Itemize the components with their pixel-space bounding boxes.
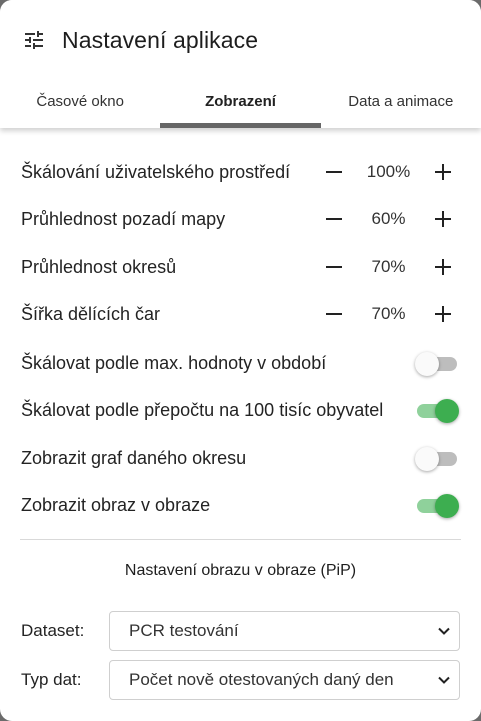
dataset-select[interactable]: PCR testování: [109, 611, 460, 651]
toggle-thumb: [415, 447, 439, 471]
data-type-select[interactable]: Počet nově otestovaných daný den: [109, 660, 460, 700]
chevron-down-icon: [438, 676, 450, 684]
setting-row-map-opacity: Průhlednost pozadí mapy 60%: [21, 201, 461, 237]
section-divider: [20, 539, 461, 540]
scale-per-capita-toggle[interactable]: [415, 396, 461, 424]
setting-row-district-opacity: Průhlednost okresů 70%: [21, 249, 461, 285]
setting-label: Zobrazit graf daného okresu: [21, 447, 247, 468]
app-title: Nastavení aplikace: [62, 26, 259, 53]
tab-data-a-animace[interactable]: Data a animace: [321, 78, 481, 128]
data-type-select-value: Počet nově otestovaných daný den: [129, 670, 394, 689]
tab-zobrazeni[interactable]: Zobrazení: [160, 78, 321, 128]
minus-icon: [326, 171, 342, 173]
minus-icon: [326, 266, 342, 268]
stepper-value: 70%: [371, 304, 406, 323]
pip-toggle[interactable]: [415, 491, 461, 519]
dataset-select-value: PCR testování: [129, 621, 239, 640]
data-type-row: Typ dat: Počet nově otestovaných daný de…: [21, 660, 460, 700]
decrease-button[interactable]: [316, 201, 352, 237]
increase-button[interactable]: [425, 296, 461, 332]
minus-icon: [326, 218, 342, 220]
district-graph-toggle[interactable]: [415, 444, 461, 472]
stepper-value: 70%: [371, 257, 406, 276]
setting-label: Škálovat podle přepočtu na 100 tisíc oby…: [21, 399, 384, 420]
increase-button[interactable]: [425, 201, 461, 237]
stepper-value: 100%: [366, 162, 411, 181]
dataset-row: Dataset: PCR testování: [21, 611, 460, 651]
panel-header: Nastavení aplikace Časové okno Zobrazení…: [0, 0, 481, 128]
ui-scale-stepper: 100%: [316, 154, 461, 190]
setting-row-scale-max: Škálovat podle max. hodnoty v období: [21, 345, 461, 381]
tune-icon: [25, 31, 43, 49]
scale-max-toggle[interactable]: [415, 349, 461, 377]
plus-icon: [435, 164, 451, 180]
chevron-down-icon: [438, 627, 450, 635]
setting-row-line-width: Šířka dělících čar 70%: [21, 296, 461, 332]
settings-panel: Nastavení aplikace Časové okno Zobrazení…: [0, 0, 481, 721]
decrease-button[interactable]: [316, 154, 352, 190]
toggle-thumb: [435, 494, 459, 518]
title-row: Nastavení aplikace: [22, 22, 258, 58]
increase-button[interactable]: [425, 154, 461, 190]
plus-icon: [435, 259, 451, 275]
decrease-button[interactable]: [316, 296, 352, 332]
stepper-value: 60%: [371, 209, 406, 228]
district-opacity-stepper: 70%: [316, 249, 461, 285]
setting-row-ui-scale: Škálování uživatelského prostředí 100%: [21, 154, 461, 190]
pip-section-title: Nastavení obrazu v obraze (PiP): [124, 562, 357, 579]
setting-label: Škálovat podle max. hodnoty v období: [21, 352, 327, 373]
minus-icon: [326, 313, 342, 315]
line-width-stepper: 70%: [316, 296, 461, 332]
plus-icon: [435, 211, 451, 227]
map-opacity-stepper: 60%: [316, 201, 461, 237]
setting-label: Zobrazit obraz v obraze: [21, 494, 211, 515]
toggle-thumb: [435, 399, 459, 423]
plus-icon: [435, 306, 451, 322]
tab-bar: Časové okno Zobrazení Data a animace: [0, 78, 481, 128]
dataset-label: Dataset:: [21, 621, 85, 640]
setting-row-pip: Zobrazit obraz v obraze: [21, 487, 461, 523]
settings-content: Škálování uživatelského prostředí 100% P…: [0, 128, 481, 721]
data-type-label: Typ dat:: [21, 670, 82, 689]
decrease-button[interactable]: [316, 249, 352, 285]
toggle-thumb: [415, 352, 439, 376]
setting-row-district-graph: Zobrazit graf daného okresu: [21, 440, 461, 476]
tab-casove-okno[interactable]: Časové okno: [0, 78, 160, 128]
increase-button[interactable]: [425, 249, 461, 285]
setting-row-scale-per-capita: Škálovat podle přepočtu na 100 tisíc oby…: [21, 392, 461, 428]
